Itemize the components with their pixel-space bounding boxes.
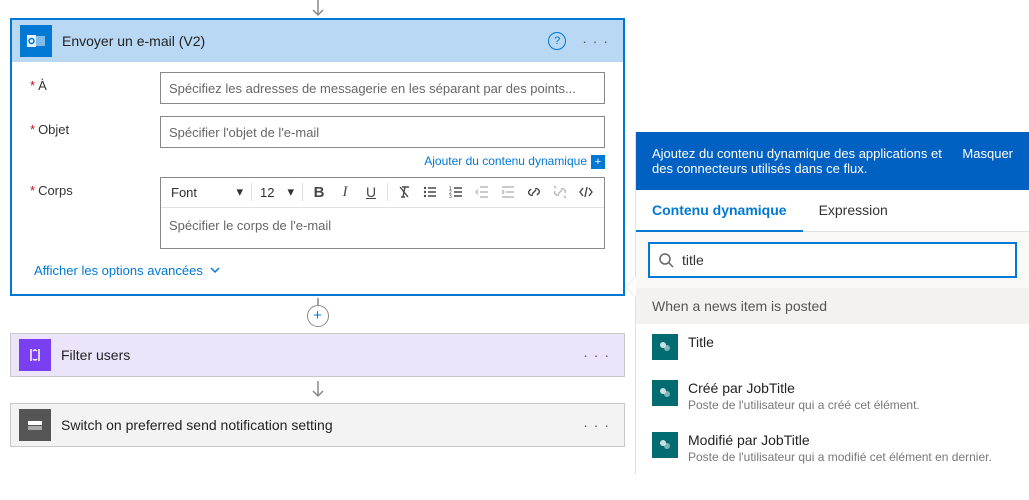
filter-users-header[interactable]: Filter users · · ·	[11, 334, 624, 376]
unlink-button	[548, 180, 572, 204]
show-advanced-link[interactable]: Afficher les options avancées	[30, 261, 605, 284]
send-email-card: Envoyer un e-mail (V2) ? · · · *À Spécif…	[10, 18, 625, 296]
filter-users-title: Filter users	[61, 347, 567, 363]
font-family-select[interactable]: Font▾	[167, 180, 247, 204]
token-created-by-jobtitle[interactable]: Créé par JobTitle Poste de l'utilisateur…	[636, 370, 1029, 422]
outdent-button	[470, 180, 494, 204]
connector-arrow-top	[310, 0, 326, 18]
body-label: *Corps	[30, 177, 160, 198]
to-input[interactable]: Spécifiez les adresses de messagerie en …	[160, 72, 605, 104]
indent-button	[496, 180, 520, 204]
number-list-button[interactable]: 123	[444, 180, 468, 204]
italic-button[interactable]: I	[333, 180, 357, 204]
panel-header: Ajoutez du contenu dynamique des applica…	[636, 132, 1029, 190]
data-operation-icon	[19, 339, 51, 371]
hide-panel-link[interactable]: Masquer	[962, 146, 1013, 161]
sharepoint-icon	[652, 334, 678, 360]
body-editor: Font▾ 12▾ B I U 123	[160, 177, 605, 249]
add-dynamic-content-link[interactable]: Ajouter du contenu dynamique+	[30, 154, 605, 169]
sharepoint-icon	[652, 432, 678, 458]
subject-input[interactable]: Spécifier l'objet de l'e-mail	[160, 116, 605, 148]
svg-text:3: 3	[449, 194, 452, 200]
underline-button[interactable]: U	[359, 180, 383, 204]
plus-icon: +	[591, 155, 605, 169]
filter-users-card: Filter users · · ·	[10, 333, 625, 377]
clear-format-button[interactable]	[392, 180, 416, 204]
body-input[interactable]: Spécifier le corps de l'e-mail	[161, 208, 604, 248]
sharepoint-icon	[652, 380, 678, 406]
font-size-select[interactable]: 12▾	[256, 180, 298, 204]
dynamic-content-panel: Ajoutez du contenu dynamique des applica…	[635, 132, 1029, 474]
search-icon	[658, 252, 674, 268]
send-email-title: Envoyer un e-mail (V2)	[62, 33, 538, 49]
switch-title: Switch on preferred send notification se…	[61, 417, 567, 433]
send-email-header[interactable]: Envoyer un e-mail (V2) ? · · ·	[12, 20, 623, 62]
code-view-button[interactable]	[574, 180, 598, 204]
card-menu-button[interactable]: · · ·	[577, 347, 616, 363]
switch-header[interactable]: Switch on preferred send notification se…	[11, 404, 624, 446]
chevron-down-icon	[209, 264, 221, 276]
connector-arrow	[310, 381, 326, 399]
link-button[interactable]	[522, 180, 546, 204]
card-menu-button[interactable]: · · ·	[577, 417, 616, 433]
panel-tabs: Contenu dynamique Expression	[636, 190, 1029, 232]
bullet-list-button[interactable]	[418, 180, 442, 204]
bold-button[interactable]: B	[307, 180, 331, 204]
rte-toolbar: Font▾ 12▾ B I U 123	[161, 178, 604, 208]
tab-dynamic-content[interactable]: Contenu dynamique	[636, 190, 803, 232]
add-step-button[interactable]: +	[307, 305, 329, 327]
search-input[interactable]	[682, 252, 1007, 268]
tab-expression[interactable]: Expression	[803, 190, 904, 231]
token-title[interactable]: Title	[636, 324, 1029, 370]
search-box[interactable]	[648, 242, 1017, 278]
switch-icon	[19, 409, 51, 441]
to-label: *À	[30, 72, 160, 93]
card-menu-button[interactable]: · · ·	[576, 33, 615, 49]
switch-card: Switch on preferred send notification se…	[10, 403, 625, 447]
token-group-header: When a news item is posted	[636, 288, 1029, 324]
subject-label: *Objet	[30, 116, 160, 137]
token-modified-by-jobtitle[interactable]: Modifié par JobTitle Poste de l'utilisat…	[636, 422, 1029, 474]
outlook-icon	[20, 25, 52, 57]
help-icon[interactable]: ?	[548, 32, 566, 50]
